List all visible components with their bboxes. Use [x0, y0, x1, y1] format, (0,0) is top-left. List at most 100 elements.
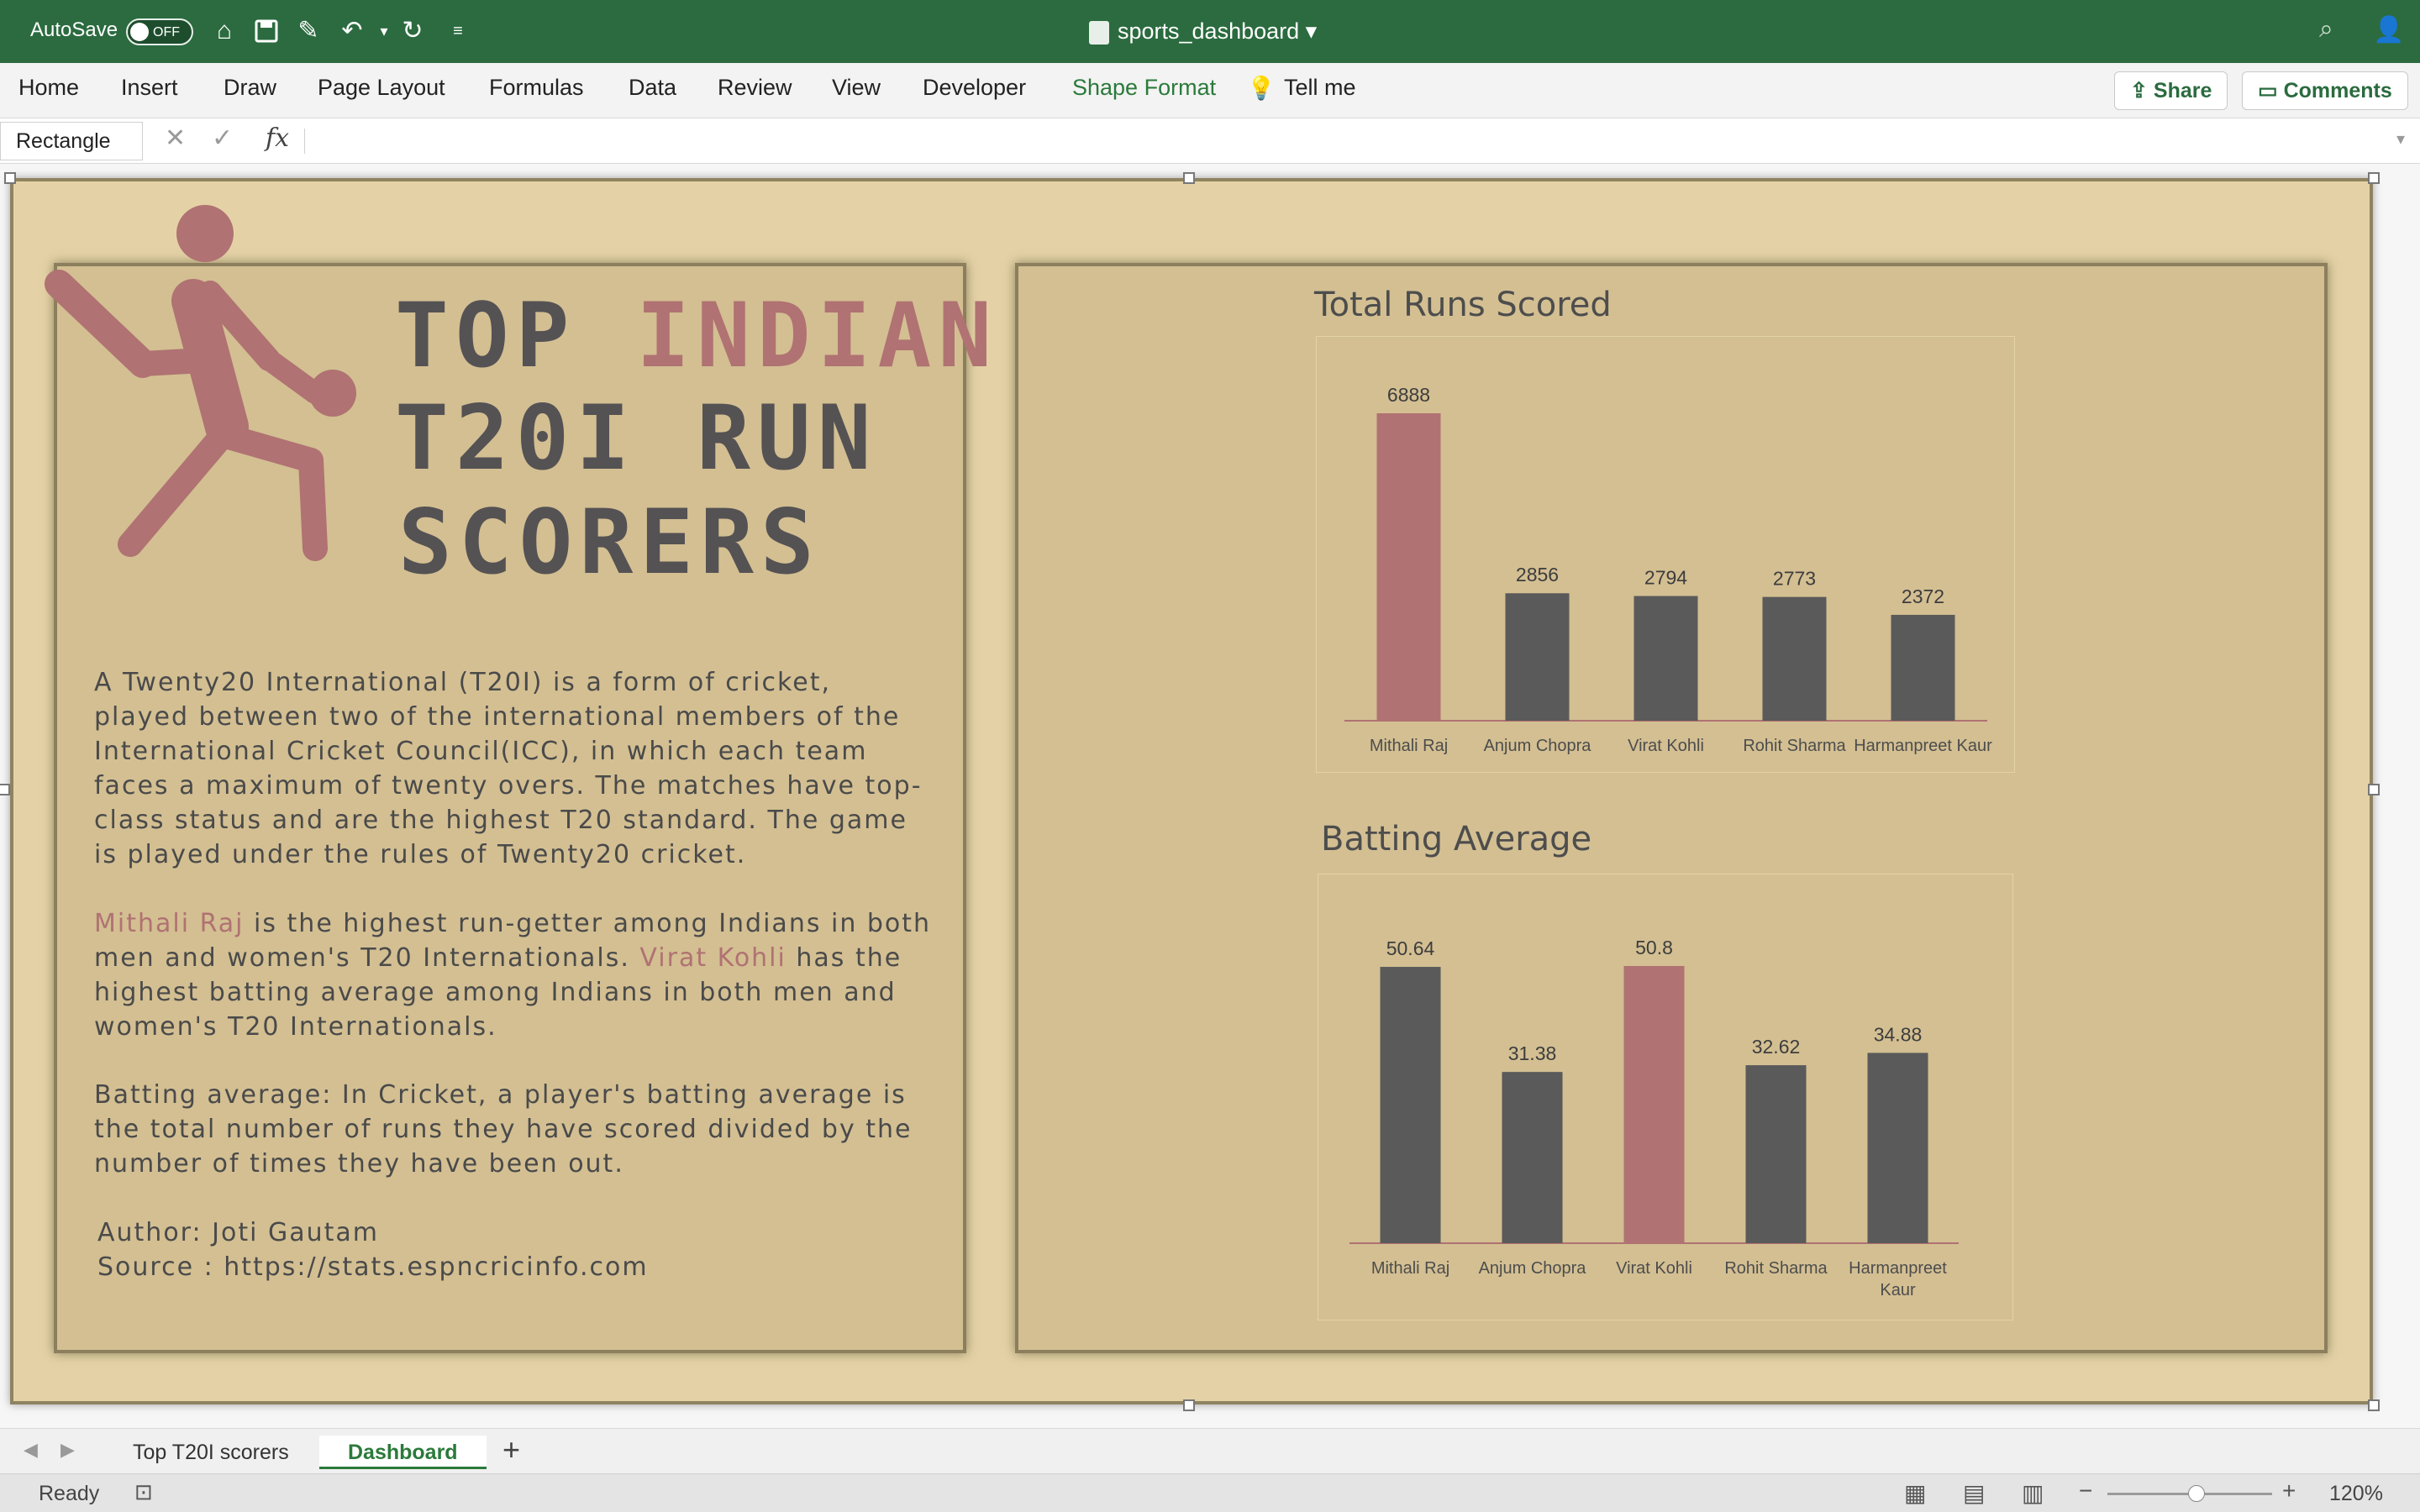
lightbulb-icon[interactable]: 💡 — [1247, 75, 1276, 102]
undo-icon[interactable]: ↶ — [336, 15, 368, 47]
data-label: 32.62 — [1752, 1036, 1801, 1058]
document-title[interactable]: sports_dashboard ▾ — [1089, 18, 1317, 45]
title-bar: AutoSave OFF ⌂ ✎ ↶ ▾ ↻ ≡ sports_dashboar… — [0, 0, 2420, 63]
author-text: Author: Joti Gautam — [97, 1218, 379, 1247]
bar[interactable] — [1505, 593, 1570, 721]
tab-data[interactable]: Data — [629, 75, 676, 101]
add-sheet-icon[interactable]: + — [502, 1432, 520, 1467]
page-layout-view-icon[interactable]: ▤ — [1963, 1479, 1985, 1507]
batting-average-definition: Batting average: In Cricket, a player's … — [94, 1080, 913, 1179]
category-label: Mithali Raj — [1370, 737, 1448, 755]
document-title-text: sports_dashboard — [1118, 18, 1300, 44]
runs-bar-chart[interactable]: 6888 Mithali Raj 2856 Anjum Chopra 2794 Virat… — [1316, 336, 2015, 773]
expand-formula-icon[interactable]: ▾ — [2396, 129, 2405, 150]
title-word-top: TOP — [395, 284, 637, 387]
category-label: Anjum Chopra — [1484, 737, 1592, 755]
resize-handle[interactable] — [0, 784, 10, 795]
title-word-indian: INDIAN — [636, 284, 999, 387]
resize-handle[interactable] — [2368, 1399, 2380, 1411]
home-icon[interactable]: ⌂ — [208, 15, 240, 47]
customize-toolbar-icon[interactable]: ≡ — [442, 15, 474, 47]
cancel-icon[interactable]: ✕ — [165, 123, 186, 153]
bar[interactable] — [1867, 1053, 1928, 1243]
bar[interactable] — [1634, 596, 1698, 721]
tab-formulas[interactable]: Formulas — [489, 75, 584, 101]
file-icon — [1089, 20, 1109, 45]
confirm-icon[interactable]: ✓ — [212, 123, 233, 153]
account-icon[interactable]: 👤 — [2373, 15, 2404, 45]
tell-me[interactable]: Tell me — [1284, 75, 1356, 101]
data-label: 34.88 — [1874, 1023, 1923, 1045]
zoom-slider[interactable] — [2107, 1485, 2272, 1502]
tab-review[interactable]: Review — [718, 75, 792, 101]
tab-home[interactable]: Home — [18, 75, 79, 101]
edit-icon[interactable]: ✎ — [292, 15, 324, 47]
undo-dropdown-icon[interactable]: ▾ — [368, 15, 400, 47]
resize-handle[interactable] — [2368, 172, 2380, 184]
data-label: 2794 — [1644, 567, 1687, 589]
function-icon[interactable]: fx — [266, 123, 289, 153]
sheet-tab-top-t20i-scorers[interactable]: Top T20I scorers — [104, 1436, 318, 1469]
data-label: 50.64 — [1386, 937, 1435, 959]
previous-sheet-icon[interactable]: ◀ — [24, 1439, 38, 1461]
bar[interactable] — [1380, 967, 1441, 1243]
tab-draw[interactable]: Draw — [224, 75, 276, 101]
resize-handle[interactable] — [1183, 1399, 1195, 1411]
comment-icon: ▭ — [2258, 79, 2284, 102]
data-label: 2372 — [1902, 585, 1944, 607]
autosave-label: AutoSave — [30, 18, 118, 41]
formula-bar: Rectangle ✕ ✓ fx ▾ — [0, 118, 2420, 164]
tab-insert[interactable]: Insert — [121, 75, 178, 101]
data-label: 50.8 — [1635, 937, 1673, 958]
resize-handle[interactable] — [2368, 784, 2380, 795]
category-label: Rohit Sharma — [1724, 1259, 1828, 1278]
tab-shape-format[interactable]: Shape Format — [1072, 75, 1216, 101]
tab-view[interactable]: View — [832, 75, 881, 101]
share-button[interactable]: ⇪ Share — [2114, 71, 2228, 110]
accessibility-icon[interactable]: ⊡ — [134, 1479, 153, 1505]
share-label: Share — [2153, 79, 2212, 102]
category-label: Rohit Sharma — [1743, 737, 1846, 755]
sheet-tab-dashboard[interactable]: Dashboard — [319, 1436, 487, 1469]
bar[interactable] — [1891, 614, 1955, 721]
zoom-in-icon[interactable]: + — [2282, 1478, 2296, 1504]
search-icon[interactable]: ⌕ — [2319, 15, 2333, 44]
tab-page-layout[interactable]: Page Layout — [318, 75, 445, 101]
comments-button[interactable]: ▭ Comments — [2242, 71, 2408, 110]
average-chart-title: Batting Average — [1321, 820, 1592, 858]
category-label: Virat Kohli — [1628, 737, 1704, 755]
bar[interactable] — [1502, 1072, 1563, 1243]
next-sheet-icon[interactable]: ▶ — [60, 1439, 75, 1461]
redo-icon[interactable]: ↻ — [397, 15, 429, 47]
autosave-state: OFF — [153, 25, 180, 39]
dashboard-title-line3: SCORERS — [398, 491, 821, 594]
zoom-out-icon[interactable]: − — [2079, 1478, 2092, 1504]
zoom-level[interactable]: 120% — [2329, 1482, 2383, 1506]
category-label: Anjum Chopra — [1479, 1259, 1587, 1278]
data-label: 6888 — [1387, 384, 1430, 406]
source-text: Source : https://stats.espncricinfo.com — [97, 1252, 649, 1282]
resize-handle[interactable] — [4, 172, 16, 184]
status-bar: Ready ⊡ ▦ ▤ ▥ − + 120% — [0, 1473, 2420, 1512]
resize-handle[interactable] — [1183, 172, 1195, 184]
category-label: Harmanpreet Kaur — [1854, 737, 1992, 755]
normal-view-icon[interactable]: ▦ — [1904, 1479, 1926, 1507]
average-bar-chart[interactable]: 50.64 Mithali Raj 31.38 Anjum Chopra 50.8 Vir… — [1318, 874, 2013, 1320]
category-label: Kaur — [1880, 1281, 1916, 1299]
comments-label: Comments — [2283, 79, 2392, 102]
t20i-description: A Twenty20 International (T20I) is a for… — [94, 668, 923, 869]
tab-developer[interactable]: Developer — [923, 75, 1026, 101]
bar[interactable] — [1623, 966, 1685, 1243]
save-icon[interactable] — [250, 15, 282, 47]
autosave-toggle[interactable]: OFF — [126, 18, 193, 45]
category-label: Virat Kohli — [1616, 1259, 1692, 1278]
bar[interactable] — [1745, 1065, 1807, 1243]
bar[interactable] — [1762, 596, 1827, 721]
status-ready: Ready — [39, 1482, 100, 1505]
data-label: 31.38 — [1508, 1042, 1557, 1064]
virat-kohli-highlight: Virat Kohli — [639, 943, 786, 973]
name-box[interactable]: Rectangle — [0, 122, 143, 160]
zoom-slider-thumb[interactable] — [2188, 1485, 2205, 1502]
bar[interactable] — [1376, 413, 1441, 721]
page-break-view-icon[interactable]: ▥ — [2022, 1479, 2044, 1507]
